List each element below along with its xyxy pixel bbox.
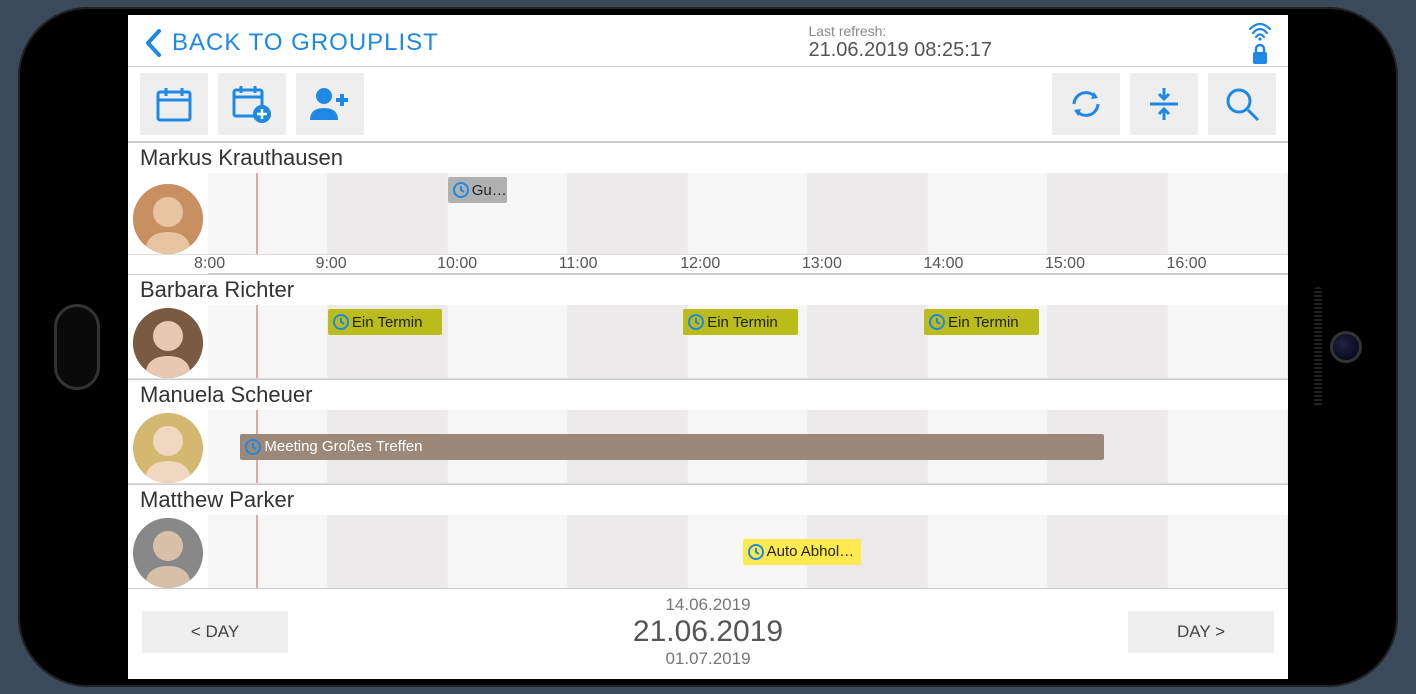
event-title: Ein Termin	[707, 314, 778, 331]
event-title: Gu…	[472, 182, 507, 199]
sync-icon	[1066, 84, 1106, 124]
date-current: 21.06.2019	[288, 615, 1128, 649]
hour-slot[interactable]	[1168, 305, 1288, 378]
calendar-event[interactable]: Ein Termin	[924, 309, 1038, 335]
event-title: Meeting Großes Treffen	[264, 438, 422, 455]
chevron-left-icon	[144, 29, 164, 57]
hour-label: 10:00	[437, 255, 559, 273]
add-person-button[interactable]	[296, 73, 364, 135]
hour-slot[interactable]	[448, 305, 568, 378]
calendar-event[interactable]: Ein Termin	[328, 309, 442, 335]
avatar[interactable]	[128, 410, 208, 483]
hour-slot[interactable]	[1048, 173, 1168, 254]
hour-label: 14:00	[923, 255, 1045, 273]
hour-slot[interactable]	[928, 173, 1048, 254]
last-refresh-label: Last refresh:	[808, 23, 992, 39]
phone-speaker	[1314, 287, 1322, 407]
last-refresh-block: Last refresh: 21.06.2019 08:25:17	[808, 23, 992, 62]
event-title: Auto Abhol…	[767, 543, 855, 560]
hour-slot[interactable]	[688, 173, 808, 254]
now-indicator	[256, 305, 258, 378]
event-title: Ein Termin	[948, 314, 1019, 331]
prev-day-button[interactable]: < DAY	[142, 611, 288, 653]
calendar-plus-icon	[230, 82, 274, 126]
hour-label: 13:00	[802, 255, 924, 273]
avatar[interactable]	[128, 305, 208, 378]
calendar-event[interactable]: Ein Termin	[683, 309, 797, 335]
footer: < DAY 14.06.2019 21.06.2019 01.07.2019 D…	[128, 588, 1288, 679]
timeline[interactable]: Meeting Großes Treffen	[208, 410, 1288, 483]
hour-label: 9:00	[316, 255, 438, 273]
hour-slot[interactable]	[928, 515, 1048, 588]
add-calendar-button[interactable]	[218, 73, 286, 135]
next-day-button[interactable]: DAY >	[1128, 611, 1274, 653]
hour-slot[interactable]	[208, 515, 328, 588]
app-header: BACK TO GROUPLIST Last refresh: 21.06.20…	[128, 15, 1288, 67]
hour-slot[interactable]	[208, 305, 328, 378]
wifi-icon	[1248, 23, 1272, 41]
date-next: 01.07.2019	[288, 649, 1128, 669]
sync-button[interactable]	[1052, 73, 1120, 135]
calendar-event[interactable]: Gu…	[448, 177, 507, 203]
back-button[interactable]: BACK TO GROUPLIST	[144, 29, 439, 57]
calendar-icon	[154, 84, 194, 124]
app-screen: BACK TO GROUPLIST Last refresh: 21.06.20…	[128, 15, 1288, 679]
collapse-vertical-icon	[1144, 84, 1184, 124]
lock-icon	[1250, 43, 1270, 65]
avatar[interactable]	[128, 515, 208, 588]
timeline[interactable]: Auto Abhol…	[208, 515, 1288, 588]
time-axis: 8:009:0010:0011:0012:0013:0014:0015:0016…	[208, 255, 1288, 274]
toolbar	[128, 67, 1288, 142]
person-name: Markus Krauthausen	[128, 142, 1288, 173]
timeline[interactable]: Ein Termin Ein Termin Ein Termin	[208, 305, 1288, 378]
schedule-row: Gu…	[128, 173, 1288, 255]
hour-slot[interactable]	[328, 173, 448, 254]
hour-label: 12:00	[680, 255, 802, 273]
date-selector[interactable]: 14.06.2019 21.06.2019 01.07.2019	[288, 595, 1128, 669]
hour-slot[interactable]	[1168, 173, 1288, 254]
now-indicator	[256, 515, 258, 588]
phone-frame: BACK TO GROUPLIST Last refresh: 21.06.20…	[18, 7, 1398, 687]
back-label: BACK TO GROUPLIST	[172, 29, 439, 57]
hour-label: 16:00	[1167, 255, 1289, 273]
schedule-row: Auto Abhol…	[128, 515, 1288, 588]
person-name: Manuela Scheuer	[128, 379, 1288, 410]
status-icons	[1248, 23, 1272, 65]
calendar-event[interactable]: Meeting Großes Treffen	[240, 434, 1104, 460]
person-name: Barbara Richter	[128, 274, 1288, 305]
schedule-content: Markus KrauthausenGu…8:009:0010:0011:001…	[128, 142, 1288, 588]
hour-slot[interactable]	[568, 305, 688, 378]
hour-slot[interactable]	[808, 173, 928, 254]
hour-label: 15:00	[1045, 255, 1167, 273]
calendar-event[interactable]: Auto Abhol…	[743, 539, 862, 565]
hour-slot[interactable]	[328, 515, 448, 588]
hour-label: 8:00	[194, 255, 316, 273]
hour-slot[interactable]	[448, 515, 568, 588]
collapse-button[interactable]	[1130, 73, 1198, 135]
hour-slot[interactable]	[1168, 410, 1288, 483]
hour-slot[interactable]	[1048, 515, 1168, 588]
hour-slot[interactable]	[808, 305, 928, 378]
last-refresh-time: 21.06.2019 08:25:17	[808, 39, 992, 62]
person-name: Matthew Parker	[128, 484, 1288, 515]
avatar[interactable]	[128, 173, 208, 254]
now-indicator	[256, 173, 258, 254]
date-prev: 14.06.2019	[288, 595, 1128, 615]
hour-slot[interactable]	[1168, 515, 1288, 588]
search-button[interactable]	[1208, 73, 1276, 135]
person-plus-icon	[308, 84, 352, 124]
calendar-button[interactable]	[140, 73, 208, 135]
hour-slot[interactable]	[568, 515, 688, 588]
hour-slot[interactable]	[568, 173, 688, 254]
event-title: Ein Termin	[352, 314, 423, 331]
hour-slot[interactable]	[1048, 305, 1168, 378]
timeline[interactable]: Gu…	[208, 173, 1288, 254]
schedule-row: Ein Termin Ein Termin Ein Termin	[128, 305, 1288, 379]
search-icon	[1222, 84, 1262, 124]
hour-label: 11:00	[559, 255, 681, 273]
hour-slot[interactable]	[208, 173, 328, 254]
schedule-row: Meeting Großes Treffen	[128, 410, 1288, 484]
